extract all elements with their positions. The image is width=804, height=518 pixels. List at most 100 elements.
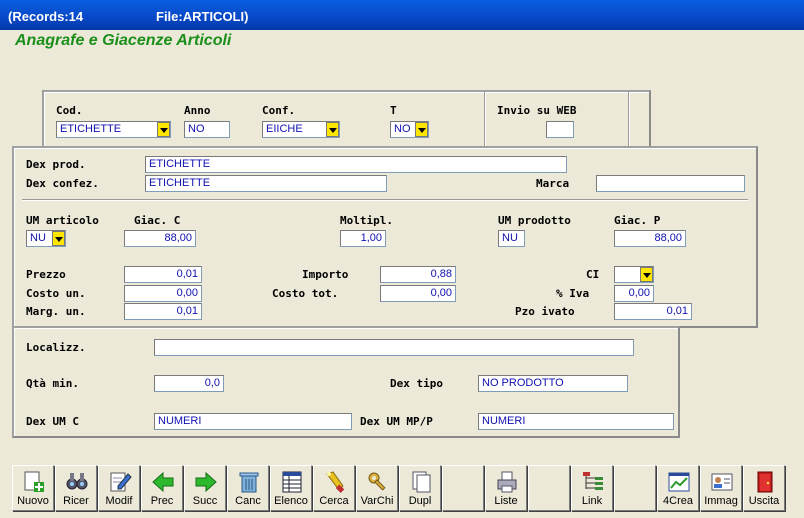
costo-tot-field[interactable]: 0,00 [380, 285, 456, 302]
chevron-down-icon[interactable] [52, 231, 65, 246]
importo-field[interactable]: 0,88 [380, 266, 456, 283]
moltipl-label: Moltipl. [340, 214, 393, 227]
duplicate-icon [412, 471, 431, 493]
um-articolo-select[interactable]: NU [26, 230, 66, 247]
cod-select[interactable]: ETICHETTE [56, 121, 171, 138]
chevron-down-icon[interactable] [326, 122, 339, 137]
window-titlebar: (Records:14 File:ARTICOLI) [0, 0, 804, 30]
elenco-button[interactable]: Elenco [270, 465, 312, 511]
file-name: File:ARTICOLI) [156, 9, 249, 24]
marca-label: Marca [536, 177, 570, 190]
dex-um-mpp-label: Dex UM MP/P [360, 415, 433, 428]
modif-label: Modif [105, 495, 133, 507]
trash-icon [239, 472, 259, 493]
toolbar-blank-1[interactable] [442, 465, 484, 511]
um-prodotto-label: UM prodotto [498, 214, 571, 227]
giac-c-field[interactable]: 88,00 [124, 230, 196, 247]
marca-field[interactable] [596, 175, 745, 192]
toolbar-blank-2[interactable] [528, 465, 570, 511]
canc-label: Canc [235, 495, 261, 507]
dex-prod-field[interactable]: ETICHETTE [145, 156, 567, 173]
costo-tot-label: Costo tot. [272, 287, 339, 300]
dupl-button[interactable]: Dupl [399, 465, 441, 511]
prec-label: Prec [150, 495, 174, 507]
liste-label: Liste [494, 495, 518, 507]
dex-um-mpp-field[interactable]: NUMERI [478, 413, 674, 430]
arrow-right-icon [195, 471, 217, 493]
page-title: Anagrafe e Giacenze Articoli [15, 32, 232, 49]
importo-label: Importo [302, 268, 349, 281]
bottom-toolbar: Nuovo Ricer Modif Prec Succ Canc Elenco … [12, 465, 789, 511]
dex-um-c-field[interactable]: NUMERI [154, 413, 352, 430]
chart-window-icon [668, 472, 690, 492]
dex-confez-label: Dex confez. [26, 177, 99, 190]
iva-field[interactable]: 0,00 [614, 285, 654, 302]
binoculars-icon [66, 473, 88, 490]
link-label: Link [581, 495, 603, 507]
crea4-label: 4Crea [663, 495, 693, 507]
t-label: T [390, 104, 397, 117]
ci-label: CI [586, 268, 600, 281]
prezzo-field[interactable]: 0,01 [124, 266, 202, 283]
anno-field[interactable]: NO [184, 121, 230, 138]
toolbar-blank-3[interactable] [614, 465, 656, 511]
giac-p-field[interactable]: 88,00 [614, 230, 686, 247]
crea4-button[interactable]: 4Crea [657, 465, 699, 511]
cerca-label: Cerca [319, 495, 349, 507]
dex-tipo-label: Dex tipo [390, 377, 443, 390]
moltipl-field[interactable]: 1,00 [340, 230, 386, 247]
chevron-down-icon[interactable] [157, 122, 170, 137]
link-button[interactable]: Link [571, 465, 613, 511]
list-icon [282, 471, 302, 493]
t-select[interactable]: NO [390, 121, 429, 138]
flashlight-icon [326, 471, 345, 493]
ricer-label: Ricer [63, 495, 89, 507]
conf-label: Conf. [262, 104, 296, 117]
arrow-left-icon [152, 471, 174, 493]
new-document-icon [24, 471, 44, 492]
modif-button[interactable]: Modif [98, 465, 140, 511]
giac-c-label: Giac. C [134, 214, 181, 227]
cod-label: Cod. [56, 104, 83, 117]
conf-select[interactable]: EIICHE [262, 121, 340, 138]
records-count: (Records:14 [8, 9, 84, 24]
header-divider [484, 92, 486, 146]
marg-un-label: Marg. un. [26, 305, 86, 318]
ricer-button[interactable]: Ricer [55, 465, 97, 511]
um-prodotto-field[interactable]: NU [498, 230, 525, 247]
web-field[interactable] [546, 121, 574, 138]
marg-un-field[interactable]: 0,01 [124, 303, 202, 320]
chevron-down-icon[interactable] [640, 267, 653, 282]
nuovo-label: Nuovo [17, 495, 49, 507]
product-separator [22, 199, 748, 201]
elenco-label: Elenco [274, 495, 308, 507]
pzo-ivato-label: Pzo ivato [515, 305, 575, 318]
cerca-button[interactable]: Cerca [313, 465, 355, 511]
pzo-ivato-field[interactable]: 0,01 [614, 303, 692, 320]
uscita-button[interactable]: Uscita [743, 465, 785, 511]
qta-min-label: Qtà min. [26, 377, 79, 390]
costo-un-field[interactable]: 0,00 [124, 285, 202, 302]
dex-confez-field[interactable]: ETICHETTE [145, 175, 387, 192]
qta-min-field[interactable]: 0,0 [154, 375, 224, 392]
varchi-button[interactable]: VarChi [356, 465, 398, 511]
localizz-field[interactable] [154, 339, 634, 356]
canc-button[interactable]: Canc [227, 465, 269, 511]
dex-prod-label: Dex prod. [26, 158, 86, 171]
conf-value: EIICHE [266, 123, 303, 135]
liste-button[interactable]: Liste [485, 465, 527, 511]
succ-label: Succ [192, 495, 218, 507]
header-divider-2 [628, 92, 630, 146]
chevron-down-icon[interactable] [415, 122, 428, 137]
prezzo-label: Prezzo [26, 268, 66, 281]
immag-button[interactable]: Immag [700, 465, 742, 511]
id-card-icon [711, 473, 733, 491]
ci-select[interactable] [614, 266, 654, 283]
succ-button[interactable]: Succ [184, 465, 226, 511]
iva-label: % Iva [556, 287, 590, 300]
cod-value: ETICHETTE [60, 123, 122, 135]
nuovo-button[interactable]: Nuovo [12, 465, 54, 511]
link-tree-icon [583, 472, 603, 490]
dex-tipo-field[interactable]: NO PRODOTTO [478, 375, 628, 392]
prec-button[interactable]: Prec [141, 465, 183, 511]
